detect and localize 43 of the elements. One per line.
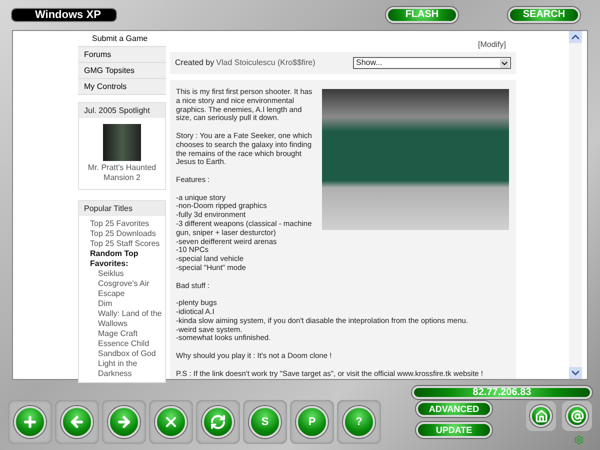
category-heading: Random Top Favorites:: [90, 249, 140, 269]
modify-link[interactable]: [Modify]: [478, 39, 506, 51]
scrollbar[interactable]: [569, 31, 582, 379]
title-link[interactable]: Cosgrove's Air Escape: [98, 279, 165, 299]
window-title: Windows XP: [12, 9, 116, 21]
panel-heading: Popular Titles: [79, 201, 165, 216]
spotlight-game-link[interactable]: Mr. Pratt's Haunted Mansion 2: [79, 163, 165, 183]
ip-address-bar: 82.77.206.83: [412, 386, 592, 399]
title-link[interactable]: Essence Child: [98, 339, 165, 349]
sidebar-link[interactable]: Forums: [78, 47, 166, 63]
title-link[interactable]: Top 25 Favorites: [90, 219, 165, 229]
panel-heading: Jul. 2005 Spotlight: [79, 103, 165, 118]
at-sign-icon: [570, 410, 584, 422]
title-link[interactable]: Light in the Darkness: [98, 359, 165, 379]
game-thumbnail: [103, 124, 141, 161]
title-link[interactable]: Top 25 Staff Scores: [90, 239, 165, 249]
title-link[interactable]: Seiklus: [98, 269, 165, 279]
author-link[interactable]: Vlad Stoiculescu (Kro$$fire): [216, 57, 316, 69]
toolbar-button[interactable]: [202, 406, 234, 438]
scroll-up-icon[interactable]: [569, 31, 582, 43]
home-icon: [534, 410, 548, 422]
dropdown-arrow-icon: [500, 58, 509, 68]
close-icon: [163, 414, 179, 430]
title-link[interactable]: Wally: Land of the Wallows: [98, 309, 165, 329]
created-by-label: Created by: [175, 57, 214, 69]
title-link[interactable]: Sandbox of God: [98, 349, 165, 359]
toolbar-button[interactable]: [61, 406, 93, 438]
toolbar-button[interactable]: [155, 406, 187, 438]
title-link[interactable]: Dim: [98, 299, 165, 309]
back-icon: [69, 414, 85, 430]
scroll-down-icon[interactable]: [569, 367, 582, 379]
refresh-icon: [210, 414, 226, 430]
corner-button[interactable]: [566, 405, 588, 427]
title-link[interactable]: Mage Craft: [98, 329, 165, 339]
forward-icon: [116, 414, 132, 430]
toolbar-button[interactable]: [14, 406, 46, 438]
title-link[interactable]: Top 25 Downloads: [90, 229, 165, 239]
show-select[interactable]: Show...: [353, 57, 511, 69]
sidebar-link[interactable]: GMG Topsites: [78, 63, 166, 79]
sidebar-link[interactable]: My Controls: [78, 79, 166, 95]
corner-button[interactable]: [530, 405, 552, 427]
plus-icon: [22, 414, 38, 430]
toolbar-button[interactable]: [108, 406, 140, 438]
